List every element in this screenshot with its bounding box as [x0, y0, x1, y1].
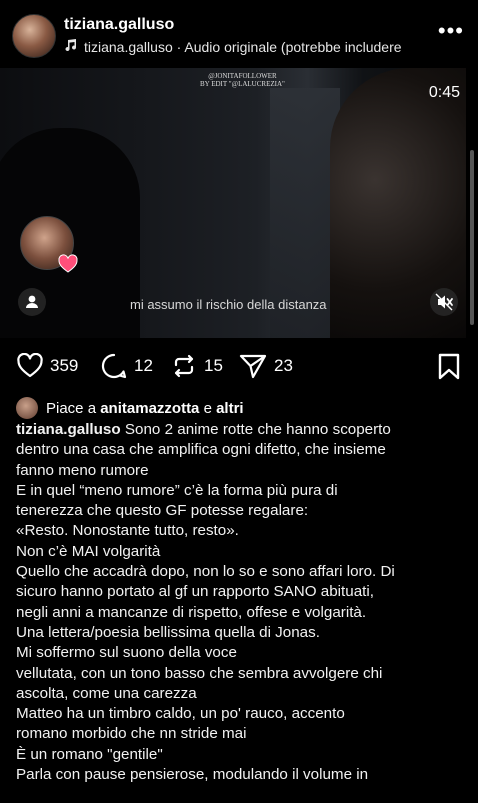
caption-line: sicuro hanno portato al gf un rapporto S…: [16, 583, 374, 601]
caption-line: È un romano "gentile": [16, 745, 163, 763]
caption-line: Parla con pause pensierose, modulando il…: [16, 766, 369, 784]
caption-line: E in quel “meno rumore” c’è la forma più…: [16, 481, 338, 499]
audio-text: tiziana.galluso · Audio originale (potre…: [84, 39, 402, 55]
caption-line: vellutata, con un tono basso che sembra …: [16, 664, 383, 682]
scrollbar[interactable]: [470, 150, 474, 325]
comment-button[interactable]: 12: [100, 351, 153, 381]
person-icon: [26, 295, 38, 308]
caption-line: Non c’è MAI volgarità: [16, 542, 161, 560]
caption-line: Una lettera/poesia bellissima quella di …: [16, 623, 320, 641]
shares-count: 23: [274, 356, 293, 375]
action-bar: 359 12 15 23: [0, 345, 478, 387]
caption-line: negli anni a mancanze di rispetto, offes…: [16, 603, 367, 621]
author-avatar[interactable]: [12, 14, 56, 58]
watermark-line-2: BY EDIT "@LALUCREZIA": [200, 80, 285, 88]
caption-author[interactable]: tiziana.galluso: [16, 421, 121, 438]
video-player[interactable]: @JONITAFOLLOWER BY EDIT "@LALUCREZIA" 0:…: [0, 68, 466, 338]
liked-by-prefix: Piace a: [46, 399, 97, 417]
music-note-icon: [64, 38, 78, 55]
liked-by-conj: e: [203, 399, 212, 417]
send-icon: [239, 354, 267, 379]
heart-badge-icon: [58, 254, 78, 273]
liker-avatar: [16, 397, 38, 419]
caption-line: tiziana.galluso Sono 2 anime rotte che h…: [16, 420, 466, 440]
repost-button[interactable]: 15: [170, 351, 223, 381]
caption-line: romano morbido che nn stride mai: [16, 725, 247, 743]
repost-icon: [174, 354, 194, 378]
liked-by-others[interactable]: altri: [216, 400, 244, 417]
video-watermark: @JONITAFOLLOWER BY EDIT "@LALUCREZIA": [200, 72, 285, 88]
caption-line: Matteo ha un timbro caldo, un po' rauco,…: [16, 705, 345, 723]
caption-line: Mi soffermo sul suono della voce: [16, 644, 237, 662]
audio-label[interactable]: tiziana.galluso · Audio originale (potre…: [64, 38, 444, 55]
video-timer: 0:45: [428, 84, 460, 101]
comments-count: 12: [134, 356, 153, 375]
share-button[interactable]: 23: [238, 351, 293, 381]
watermark-line-1: @JONITAFOLLOWER: [208, 72, 277, 80]
comment-icon: [101, 353, 127, 379]
caption-line: dentro una casa che amplifica ogni difet…: [16, 441, 386, 459]
ellipsis-icon[interactable]: •••: [438, 18, 464, 44]
tag-user-button[interactable]: [18, 288, 46, 316]
reposts-count: 15: [204, 356, 223, 375]
bookmark-icon[interactable]: [437, 353, 461, 381]
mute-button[interactable]: [430, 288, 458, 316]
caption-line: ascolta, come una carezza: [16, 684, 197, 702]
author-username[interactable]: tiziana.galluso: [64, 16, 174, 34]
caption-line-text: Sono 2 anime rotte che hanno scoperto: [124, 421, 391, 438]
caption-line: fanno meno rumore: [16, 461, 149, 479]
heart-icon: [17, 353, 43, 378]
caption-line: «Resto. Nonostante tutto, resto».: [16, 522, 239, 540]
video-subtitle: mi assumo il rischio della distanza: [130, 297, 327, 312]
caption-line: tenerezza che questo GF potesse regalare…: [16, 502, 309, 520]
caption-line: Quello che accadrà dopo, non lo so e son…: [16, 563, 395, 581]
post-caption: tiziana.galluso Sono 2 anime rotte che h…: [16, 420, 466, 785]
liked-by-row[interactable]: Piace a anitamazzotta e altri: [16, 397, 244, 419]
post-header: tiziana.galluso tiziana.galluso · Audio …: [0, 0, 478, 68]
liked-by-user[interactable]: anitamazzotta: [100, 400, 199, 417]
speaker-muted-icon: [435, 293, 453, 311]
like-button[interactable]: 359: [16, 351, 78, 381]
likes-count: 359: [50, 356, 79, 375]
